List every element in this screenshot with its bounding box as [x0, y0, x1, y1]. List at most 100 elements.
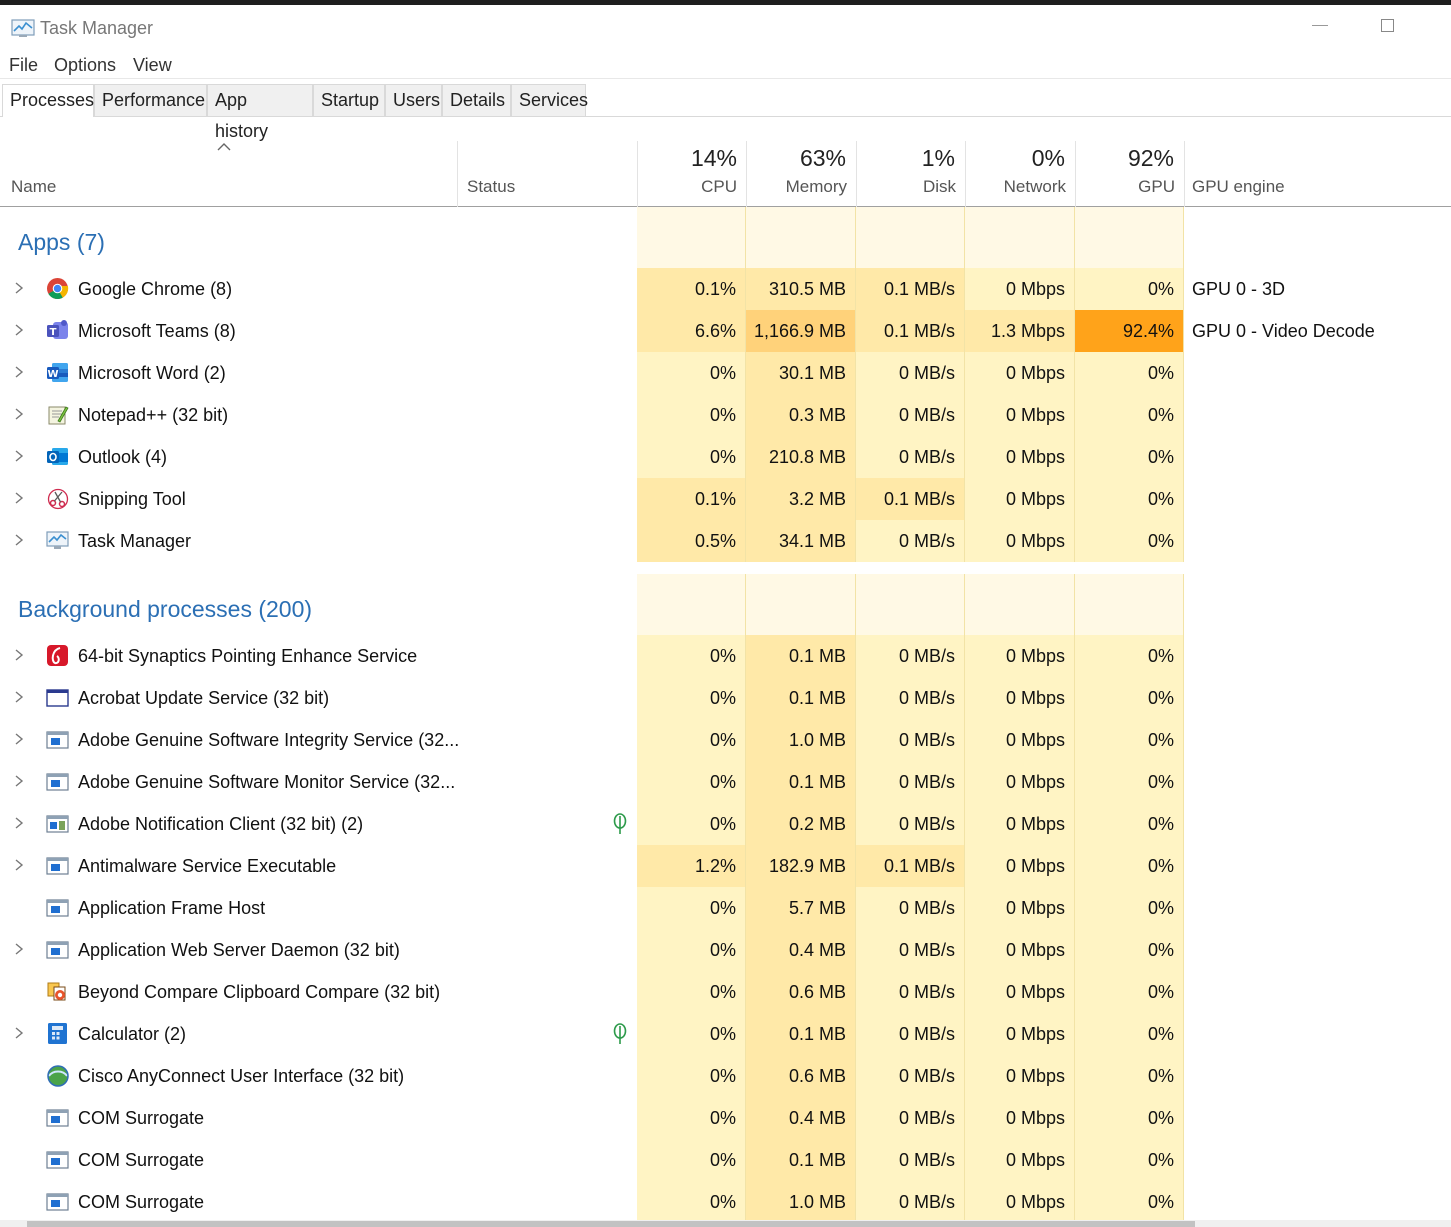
- group-header[interactable]: Apps (7): [0, 207, 1451, 268]
- cisco-anyconnect-icon: [47, 1065, 69, 1087]
- gpu-cell: 0%: [1075, 1097, 1184, 1139]
- chevron-right-icon[interactable]: [13, 365, 25, 379]
- disk-cell: 0 MB/s: [856, 520, 965, 562]
- column-gpu[interactable]: 92% GPU: [1075, 141, 1184, 207]
- gpu-cell: 0%: [1075, 635, 1184, 677]
- process-row[interactable]: Notepad++ (32 bit) 0% 0.3 MB 0 MB/s 0 Mbps 0%: [0, 394, 1451, 436]
- column-name[interactable]: Name: [11, 177, 56, 197]
- tab-startup[interactable]: Startup: [313, 84, 385, 116]
- gpu-cell: 0%: [1075, 677, 1184, 719]
- chevron-right-icon[interactable]: [13, 281, 25, 295]
- process-row[interactable]: Application Web Server Daemon (32 bit) 0%…: [0, 929, 1451, 971]
- process-row[interactable]: Calculator (2) 0% 0.1 MB 0 MB/s 0 Mbps 0%: [0, 1013, 1451, 1055]
- tab-details[interactable]: Details: [442, 84, 511, 116]
- process-row[interactable]: T Microsoft Teams (8) 6.6% 1,166.9 MB 0.1 MB…: [0, 310, 1451, 352]
- group-memory-cell: [746, 207, 856, 268]
- process-row[interactable]: W Microsoft Word (2) 0% 30.1 MB 0 MB/s 0 Mbps…: [0, 352, 1451, 394]
- chevron-right-icon[interactable]: [13, 491, 25, 505]
- process-row[interactable]: Acrobat Update Service (32 bit) 0% 0.1 MB 0…: [0, 677, 1451, 719]
- column-cpu[interactable]: 14% CPU: [637, 141, 746, 207]
- cpu-cell: 0%: [637, 1055, 746, 1097]
- disk-cell: 0 MB/s: [856, 394, 965, 436]
- sort-ascending-icon[interactable]: [216, 140, 232, 154]
- column-disk[interactable]: 1% Disk: [856, 141, 965, 207]
- process-row[interactable]: 64-bit Synaptics Pointing Enhance Servic…: [0, 635, 1451, 677]
- process-row[interactable]: Beyond Compare Clipboard Compare (32 bit…: [0, 971, 1451, 1013]
- memory-cell: 1,166.9 MB: [746, 310, 856, 352]
- process-row[interactable]: Adobe Genuine Software Integrity Service…: [0, 719, 1451, 761]
- network-cell: 0 Mbps: [965, 719, 1075, 761]
- chevron-right-icon[interactable]: [13, 323, 25, 337]
- process-row[interactable]: Adobe Genuine Software Monitor Service (…: [0, 761, 1451, 803]
- process-row[interactable]: Snipping Tool 0.1% 3.2 MB 0.1 MB/s 0 Mbps 0%: [0, 478, 1451, 520]
- process-row[interactable]: Application Frame Host 0% 5.7 MB 0 MB/s 0 Mb…: [0, 887, 1451, 929]
- group-cpu-cell: [637, 574, 746, 635]
- tab-users[interactable]: Users: [385, 84, 442, 116]
- process-list[interactable]: Apps (7) Google Chrome (8) 0.1% 310.5 MB 0.1…: [0, 207, 1451, 1220]
- group-header[interactable]: Background processes (200): [0, 574, 1451, 635]
- memory-cell: 0.6 MB: [746, 971, 856, 1013]
- network-cell: 0 Mbps: [965, 520, 1075, 562]
- chevron-right-icon[interactable]: [13, 407, 25, 421]
- disk-cell: 0 MB/s: [856, 635, 965, 677]
- column-divider[interactable]: [457, 141, 458, 207]
- chevron-right-icon[interactable]: [13, 690, 25, 704]
- word-icon: W: [47, 363, 68, 382]
- synaptics-icon: [47, 645, 68, 666]
- process-row[interactable]: Antimalware Service Executable 1.2% 182.9 …: [0, 845, 1451, 887]
- process-name: Application Frame Host: [78, 898, 266, 918]
- process-name: Google Chrome (8): [78, 279, 233, 299]
- column-divider[interactable]: [1184, 141, 1185, 207]
- cpu-cell: 0%: [637, 719, 746, 761]
- chevron-right-icon[interactable]: [13, 533, 25, 547]
- process-row[interactable]: Cisco AnyConnect User Interface (32 bit)…: [0, 1055, 1451, 1097]
- minimize-button[interactable]: [1312, 25, 1328, 26]
- process-row[interactable]: COM Surrogate 0% 0.4 MB 0 MB/s 0 Mbps 0%: [0, 1097, 1451, 1139]
- process-row[interactable]: Google Chrome (8) 0.1% 310.5 MB 0.1 MB/s 0 M…: [0, 268, 1451, 310]
- process-row[interactable]: COM Surrogate 0% 0.1 MB 0 MB/s 0 Mbps 0%: [0, 1139, 1451, 1181]
- chevron-right-icon[interactable]: [13, 1026, 25, 1040]
- process-row[interactable]: Task Manager 0.5% 34.1 MB 0 MB/s 0 Mbps 0%: [0, 520, 1451, 562]
- title-bar[interactable]: Task Manager: [0, 5, 1451, 49]
- chevron-right-icon[interactable]: [13, 942, 25, 956]
- group-disk-cell: [856, 207, 965, 268]
- disk-cell: 0 MB/s: [856, 1181, 965, 1220]
- group-disk-cell: [856, 574, 965, 635]
- column-network[interactable]: 0% Network: [965, 141, 1075, 207]
- menu-file[interactable]: File: [9, 55, 38, 76]
- tab-processes[interactable]: Processes: [2, 84, 94, 117]
- maximize-button[interactable]: [1381, 19, 1394, 32]
- gpu-cell: 0%: [1075, 1055, 1184, 1097]
- cpu-cell: 0%: [637, 1181, 746, 1220]
- column-status[interactable]: Status: [467, 177, 515, 197]
- chevron-right-icon[interactable]: [13, 774, 25, 788]
- chevron-right-icon[interactable]: [13, 449, 25, 463]
- column-gpu-engine[interactable]: GPU engine: [1192, 177, 1285, 197]
- process-name: Outlook (4): [78, 447, 168, 467]
- chevron-right-icon[interactable]: [13, 816, 25, 830]
- memory-cell: 0.1 MB: [746, 1139, 856, 1181]
- chevron-right-icon[interactable]: [13, 648, 25, 662]
- network-cell: 0 Mbps: [965, 929, 1075, 971]
- horizontal-scrollbar-thumb[interactable]: [27, 1221, 1195, 1227]
- tab-performance[interactable]: Performance: [94, 84, 207, 116]
- tab-app-history[interactable]: App history: [207, 84, 313, 141]
- process-row[interactable]: Outlook (4) 0% 210.8 MB 0 MB/s 0 Mbps 0%: [0, 436, 1451, 478]
- process-row[interactable]: Adobe Notification Client (32 bit) (2) 0%…: [0, 803, 1451, 845]
- memory-cell: 0.1 MB: [746, 761, 856, 803]
- memory-cell: 1.0 MB: [746, 719, 856, 761]
- chevron-right-icon[interactable]: [13, 732, 25, 746]
- menu-view[interactable]: View: [133, 55, 172, 76]
- group-title: Background processes (200): [18, 596, 313, 622]
- chevron-right-icon[interactable]: [13, 858, 25, 872]
- memory-cell: 0.1 MB: [746, 677, 856, 719]
- column-memory[interactable]: 63% Memory: [746, 141, 856, 207]
- service-icon: [46, 1151, 69, 1169]
- tab-services[interactable]: Services: [511, 84, 588, 116]
- memory-cell: 182.9 MB: [746, 845, 856, 887]
- cpu-cell: 0%: [637, 677, 746, 719]
- process-row[interactable]: COM Surrogate 0% 1.0 MB 0 MB/s 0 Mbps 0%: [0, 1181, 1451, 1220]
- menu-options[interactable]: Options: [54, 55, 116, 76]
- memory-cell: 310.5 MB: [746, 268, 856, 310]
- disk-cell: 0 MB/s: [856, 1013, 965, 1055]
